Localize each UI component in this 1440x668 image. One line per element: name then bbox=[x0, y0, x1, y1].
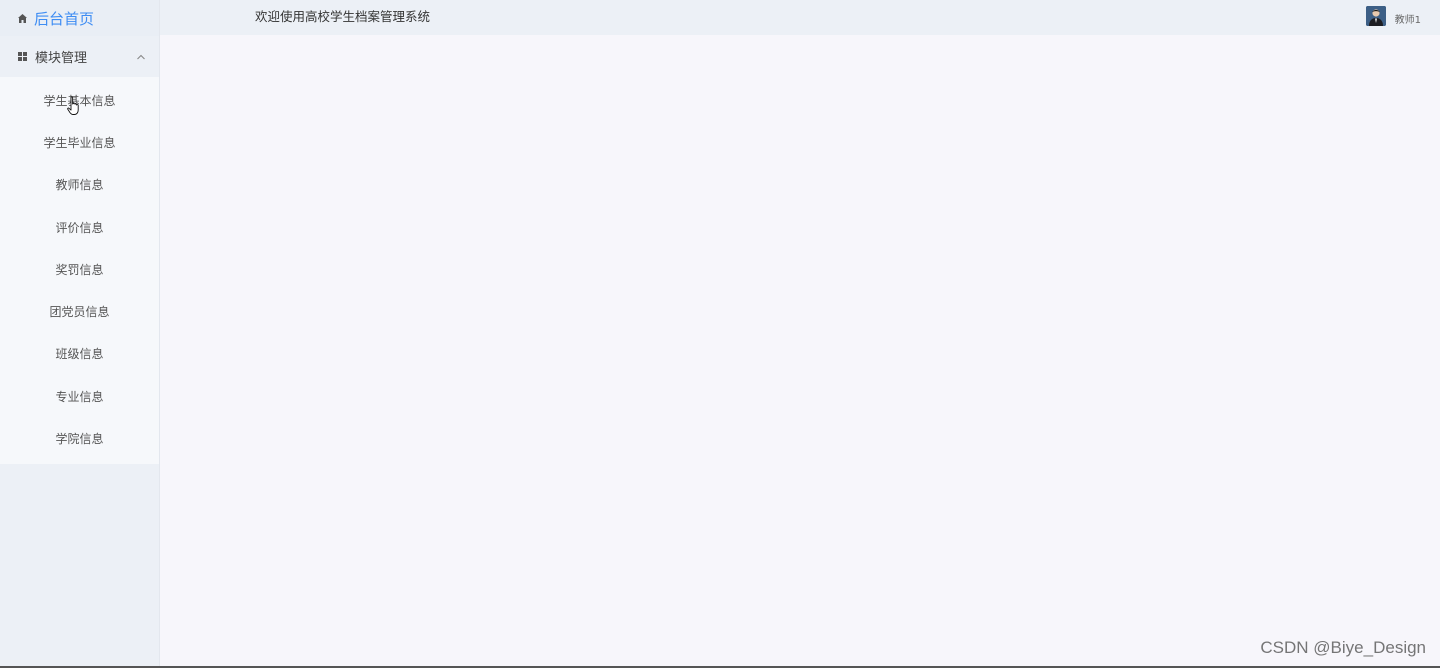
grid-icon bbox=[17, 51, 28, 62]
user-menu[interactable]: 教师1 bbox=[1365, 6, 1421, 26]
sidebar-item-student-graduation[interactable]: 学生毕业信息 bbox=[0, 121, 159, 163]
sidebar-item-evaluation[interactable]: 评价信息 bbox=[0, 206, 159, 248]
chevron-up-icon bbox=[136, 52, 146, 62]
main-content: CSDN @Biye_Design bbox=[160, 35, 1440, 666]
sidebar-item-home-label: 后台首页 bbox=[34, 9, 95, 28]
sidebar-item-college[interactable]: 学院信息 bbox=[0, 417, 159, 459]
sidebar-item-home[interactable]: 后台首页 bbox=[0, 0, 159, 36]
sidebar-submenu: 学生基本信息 学生毕业信息 教师信息 评价信息 奖罚信息 团党员信息 班级信息 … bbox=[0, 77, 159, 464]
sidebar-item-major[interactable]: 专业信息 bbox=[0, 375, 159, 417]
sidebar-item-reward-punishment[interactable]: 奖罚信息 bbox=[0, 248, 159, 290]
sidebar-item-party-member[interactable]: 团党员信息 bbox=[0, 290, 159, 332]
watermark: CSDN @Biye_Design bbox=[1260, 638, 1426, 657]
app-root: 后台首页 模块管理 学生基本信息 学生毕业信息 教师信息 评价信息 奖罚信息 团… bbox=[0, 0, 1440, 668]
sidebar-item-teacher[interactable]: 教师信息 bbox=[0, 164, 159, 206]
sidebar-item-class[interactable]: 班级信息 bbox=[0, 333, 159, 375]
sidebar-module-label: 模块管理 bbox=[35, 51, 88, 66]
hand-pointer-cursor-icon bbox=[67, 96, 81, 116]
home-icon bbox=[17, 13, 28, 24]
avatar[interactable] bbox=[1365, 6, 1386, 26]
username[interactable]: 教师1 bbox=[1395, 11, 1421, 26]
top-header: 欢迎使用高校学生档案管理系统 教师1 bbox=[160, 0, 1440, 35]
sidebar-module-header[interactable]: 模块管理 bbox=[0, 36, 159, 77]
page-title: 欢迎使用高校学生档案管理系统 bbox=[255, 9, 431, 24]
